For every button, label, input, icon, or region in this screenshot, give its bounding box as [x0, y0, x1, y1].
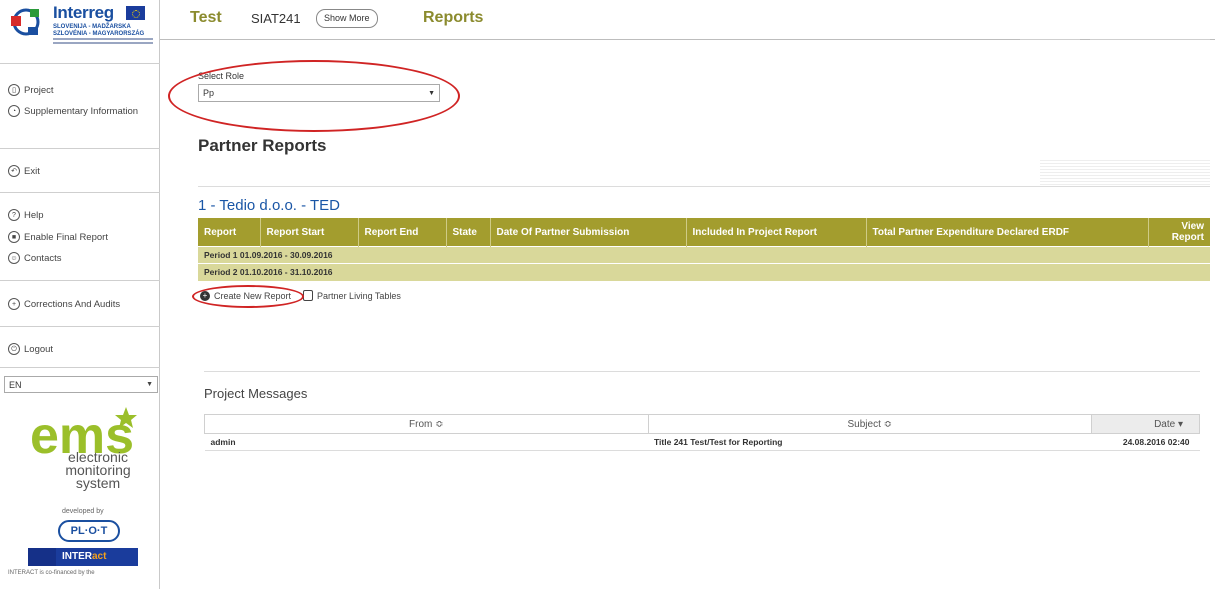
logo-fine-print [53, 38, 153, 47]
logo-line-1: SLOVENIJA - MADŽARSKA [53, 24, 131, 30]
message-subject[interactable]: Title 241 Test/Test for Reporting [648, 433, 1092, 451]
report-period-cell[interactable]: Period 1 01.09.2016 - 30.09.2016 [198, 246, 1210, 264]
message-from: admin [204, 433, 649, 451]
annotation-circle [192, 285, 304, 308]
language-value: EN [9, 379, 22, 390]
partner-reports-table: Report Report Start Report End State Dat… [198, 218, 1210, 281]
project-icon: ▯ [8, 84, 20, 96]
chevron-down-icon: ▼ [146, 381, 153, 388]
cofinanced-note: INTERACT is co-financed by the [8, 570, 95, 576]
info-icon: ◔ [8, 105, 20, 117]
table-row[interactable]: Period 2 01.10.2016 - 31.10.2016 [198, 263, 1210, 281]
header-divider [1090, 39, 1210, 40]
table-header-row: From ≎ Subject ≎ Date ▾ [204, 414, 1200, 434]
sidebar-item-logout[interactable]: ⏻ Logout [8, 343, 53, 355]
partner-living-tables-label: Partner Living Tables [317, 290, 401, 301]
exit-icon: ↶ [8, 165, 20, 177]
decorative-stripes [1040, 160, 1210, 186]
sidebar-item-enable-final-report[interactable]: ■ Enable Final Report [8, 231, 108, 243]
message-date: 24.08.2016 02:40 [1091, 433, 1200, 451]
sidebar-divider [0, 367, 160, 368]
interact-text-accent: act [92, 551, 107, 562]
sidebar: Interreg SLOVENIJA - MADŽARSKA SZLOVÉNIA… [0, 0, 160, 589]
project-code: SIAT241 [251, 11, 301, 26]
annotation-circle [168, 60, 460, 132]
sidebar-item-exit[interactable]: ↶ Exit [8, 165, 40, 177]
sidebar-item-label: Help [24, 209, 44, 221]
sidebar-item-corrections-audits[interactable]: + Corrections And Audits [8, 298, 120, 310]
ems-tagline-3: system [75, 475, 121, 491]
sidebar-item-label: Enable Final Report [24, 231, 108, 243]
interact-text: INTER [62, 551, 92, 562]
column-from[interactable]: From ≎ [204, 414, 649, 434]
sidebar-divider [0, 280, 160, 281]
column-view-report: View Report [1148, 218, 1210, 247]
table-row[interactable]: Period 1 01.09.2016 - 30.09.2016 [198, 246, 1210, 264]
section-divider [198, 186, 1210, 187]
top-header: Test SIAT241 Show More Reports [160, 0, 1215, 40]
ems-tagline: electronic monitoring system [58, 450, 138, 491]
partner-name: 1 - Tedio d.o.o. - TED [198, 197, 341, 214]
section-title: Reports [423, 9, 484, 26]
plus-icon: + [8, 298, 20, 310]
sidebar-item-label: Corrections And Audits [24, 298, 121, 310]
interreg-logo[interactable]: Interreg SLOVENIJA - MADŽARSKA SZLOVÉNIA… [8, 3, 156, 47]
eu-flag-icon [126, 6, 145, 20]
table-row[interactable]: admin Title 241 Test/Test for Reporting … [204, 433, 1200, 451]
sidebar-item-label: Logout [24, 343, 54, 355]
sidebar-item-label: Project [24, 84, 54, 96]
sidebar-divider [0, 63, 160, 64]
sidebar-item-label: Contacts [24, 252, 62, 264]
column-report-start: Report Start [260, 218, 359, 247]
help-icon: ? [8, 209, 20, 221]
interact-logo: INTERact [28, 548, 138, 566]
page-title: Partner Reports [198, 136, 327, 155]
sidebar-divider [0, 148, 160, 149]
power-icon: ⏻ [8, 343, 20, 355]
sidebar-item-project[interactable]: ▯ Project [8, 84, 54, 96]
partner-living-tables-button[interactable]: Partner Living Tables [303, 290, 401, 301]
report-period-cell[interactable]: Period 2 01.10.2016 - 31.10.2016 [198, 263, 1210, 281]
column-report-end: Report End [358, 218, 447, 247]
show-more-button[interactable]: Show More [316, 9, 378, 28]
sidebar-item-supplementary[interactable]: ◔ Supplementary Information [8, 105, 138, 117]
interreg-emblem-icon [11, 8, 40, 36]
column-total-partner-expenditure: Total Partner Expenditure Declared ERDF [866, 218, 1149, 247]
sidebar-item-label: Exit [24, 165, 40, 177]
eu-flag-icon [28, 548, 56, 566]
contacts-icon: ☺ [8, 252, 20, 264]
brand-name: Interreg [53, 3, 114, 22]
sidebar-divider [0, 192, 160, 193]
clipboard-icon [303, 290, 314, 301]
column-report: Report [198, 218, 261, 247]
table-header-row: Report Report Start Report End State Dat… [198, 218, 1210, 247]
project-name[interactable]: Test [190, 9, 222, 27]
header-divider [1020, 39, 1080, 40]
sidebar-item-label: Supplementary Information [24, 105, 139, 117]
language-select[interactable]: EN ▼ [4, 376, 158, 393]
sidebar-item-contacts[interactable]: ☺ Contacts [8, 252, 62, 264]
sidebar-divider [0, 326, 160, 327]
project-messages-table: From ≎ Subject ≎ Date ▾ admin Title 241 … [204, 414, 1200, 451]
column-date-of-partner-submission: Date Of Partner Submission [490, 218, 687, 247]
column-included-in-project-report: Included In Project Report [686, 218, 867, 247]
developed-by-label: developed by [62, 508, 104, 515]
logo-line-2: SZLOVÉNIA - MAGYARORSZÁG [53, 31, 145, 37]
report-icon: ■ [8, 231, 20, 243]
sidebar-item-help[interactable]: ? Help [8, 209, 44, 221]
plot-logo: PL·O·T [58, 520, 120, 542]
column-subject[interactable]: Subject ≎ [647, 414, 1093, 434]
column-state: State [446, 218, 491, 247]
project-messages-title: Project Messages [204, 386, 308, 401]
column-date[interactable]: Date ▾ [1091, 414, 1200, 434]
section-divider [204, 371, 1200, 372]
